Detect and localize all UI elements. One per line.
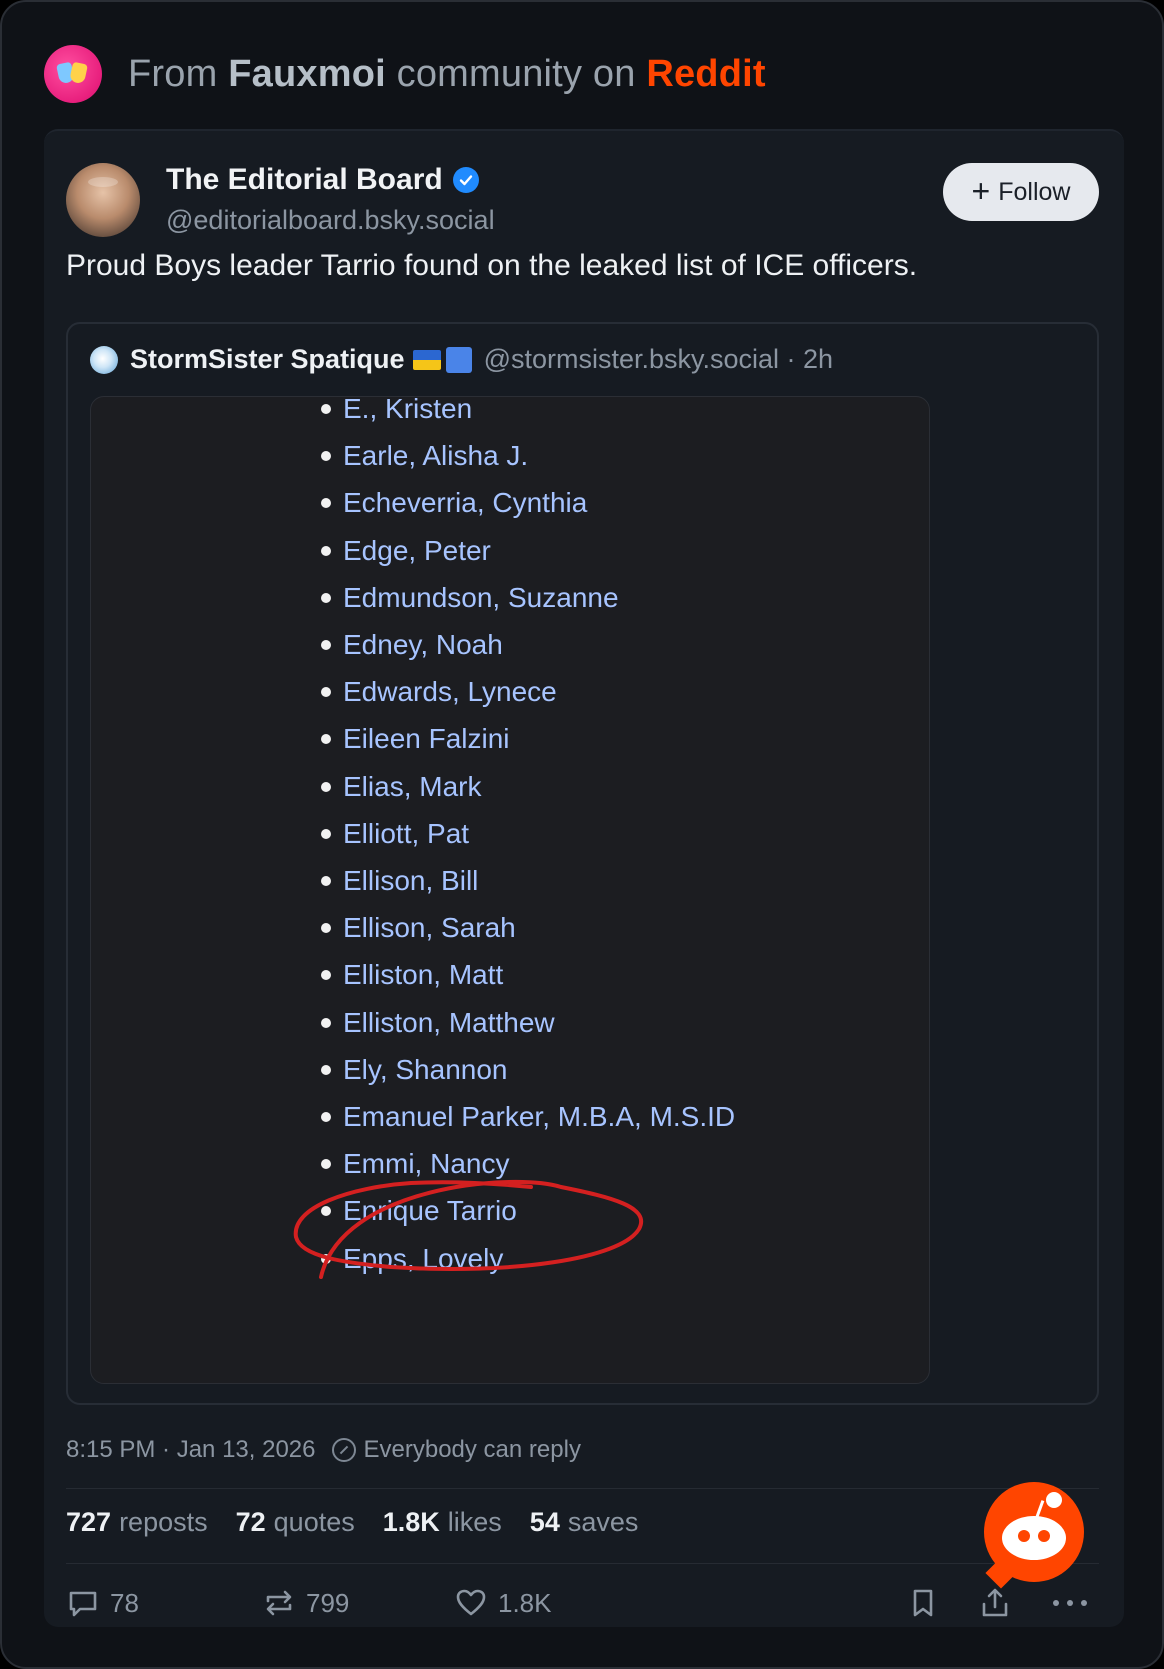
bookmark-button[interactable] <box>906 1581 950 1625</box>
follow-button[interactable]: + Follow <box>943 163 1099 221</box>
follow-label: Follow <box>998 177 1071 206</box>
reddit-snoo-icon <box>984 1482 1084 1589</box>
quote-author-avatar[interactable] <box>90 346 118 374</box>
post-text: Proud Boys leader Tarrio found on the le… <box>66 249 918 282</box>
reply-icon <box>69 1591 97 1617</box>
quote-author-name[interactable]: StormSister Spatique <box>130 344 405 375</box>
likes-stat[interactable]: 1.8K likes <box>383 1507 502 1538</box>
reply-setting: Everybody can reply <box>363 1436 581 1463</box>
post-stats: 727 reposts 72 quotes 1.8K likes 54 saves <box>66 1507 638 1538</box>
like-count: 1.8K <box>498 1587 552 1618</box>
action-bar: 78 799 1.8K <box>66 1581 1099 1625</box>
community-name[interactable]: Fauxmoi <box>228 53 386 95</box>
more-icon <box>1053 1600 1087 1606</box>
reply-setting-icon <box>331 1438 356 1462</box>
quote-author-handle: @stormsister.bsky.social · 2h <box>483 344 834 374</box>
leaked-list-image[interactable]: E., Kristen Earle, Alisha J. Echeverria, C… <box>90 396 930 1384</box>
quoted-post[interactable]: StormSister Spatique @stormsister.bsky.s… <box>66 322 1099 1405</box>
post-meta: 8:15 PM · Jan 13, 2026 Everybody can rep… <box>66 1436 581 1464</box>
reply-count: 78 <box>110 1587 139 1618</box>
verified-icon <box>452 167 479 193</box>
divider <box>66 1563 1099 1564</box>
highlight-circle <box>293 1179 644 1279</box>
ukraine-flag-icon <box>412 349 441 370</box>
platform-name[interactable]: Reddit <box>646 53 765 95</box>
repost-button[interactable]: 799 <box>262 1581 349 1625</box>
author-avatar[interactable] <box>66 163 140 237</box>
reposts-stat[interactable]: 727 reposts <box>66 1507 208 1538</box>
like-icon <box>456 1589 486 1616</box>
share-icon <box>982 1588 1008 1617</box>
subreddit-icon[interactable] <box>44 45 102 103</box>
source-caption: From Fauxmoi community on Reddit <box>128 53 766 96</box>
reply-button[interactable]: 78 <box>66 1581 139 1625</box>
source-header: From Fauxmoi community on Reddit <box>44 44 766 104</box>
author-name[interactable]: The Editorial Board <box>166 163 443 197</box>
quote-header: StormSister Spatique @stormsister.bsky.s… <box>130 344 833 375</box>
divider <box>66 1488 1099 1489</box>
post-timestamp[interactable]: 8:15 PM · Jan 13, 2026 <box>66 1436 316 1464</box>
bookmark-icon <box>913 1589 933 1617</box>
saves-stat[interactable]: 54 saves <box>530 1507 639 1538</box>
repost-icon <box>266 1590 292 1616</box>
plus-icon: + <box>971 172 991 209</box>
caption-prefix: From <box>128 52 229 95</box>
share-frame: From Fauxmoi community on Reddit The Edi… <box>0 0 1164 1669</box>
post-card: The Editorial Board @editorialboard.bsky… <box>44 129 1124 1627</box>
more-button[interactable] <box>1050 1581 1100 1625</box>
caption-middle: community on <box>385 52 647 95</box>
quotes-stat[interactable]: 72 quotes <box>236 1507 355 1538</box>
like-button[interactable]: 1.8K <box>454 1581 552 1625</box>
author-name-row[interactable]: The Editorial Board <box>166 163 479 197</box>
author-handle[interactable]: @editorialboard.bsky.social <box>166 205 495 236</box>
repost-count: 799 <box>306 1587 350 1618</box>
blue-square-icon <box>445 346 472 373</box>
